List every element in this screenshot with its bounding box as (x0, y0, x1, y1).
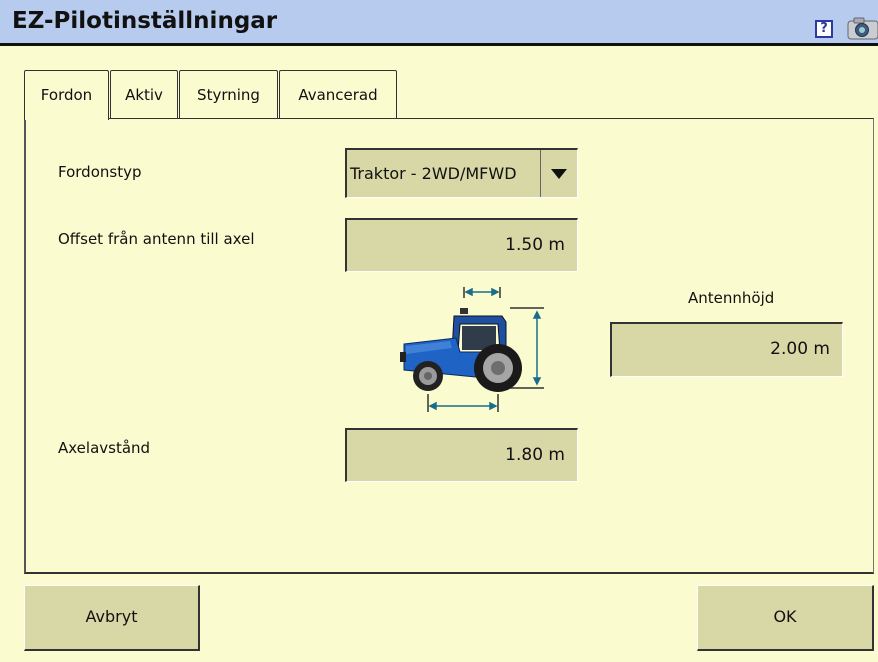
antenna-height-field[interactable]: 2.00 m (610, 322, 843, 377)
tab-fordon[interactable]: Fordon (24, 70, 109, 120)
camera-icon[interactable] (846, 16, 878, 40)
chevron-down-icon[interactable] (540, 150, 577, 197)
antenna-offset-field[interactable]: 1.50 m (345, 218, 578, 272)
tab-styrning[interactable]: Styrning (179, 70, 278, 119)
help-icon[interactable]: ? (815, 20, 833, 38)
vehicle-type-dropdown[interactable]: Traktor - 2WD/MFWD (345, 148, 578, 198)
vehicle-type-value: Traktor - 2WD/MFWD (350, 164, 517, 183)
tab-avancerad[interactable]: Avancerad (279, 70, 397, 119)
title-bar: EZ-Pilotinställningar ? (0, 0, 878, 46)
vehicle-type-label: Fordonstyp (58, 163, 142, 181)
wheelbase-field[interactable]: 1.80 m (345, 428, 578, 482)
ok-button[interactable]: OK (697, 585, 874, 651)
window-title: EZ-Pilotinställningar (12, 8, 278, 34)
cancel-button[interactable]: Avbryt (24, 585, 200, 651)
tractor-diagram (400, 287, 544, 412)
antenna-offset-label: Offset från antenn till axel (58, 230, 255, 248)
antenna-height-label: Antennhöjd (688, 289, 775, 307)
tab-aktiv[interactable]: Aktiv (110, 70, 178, 119)
wheelbase-label: Axelavstånd (58, 439, 151, 457)
